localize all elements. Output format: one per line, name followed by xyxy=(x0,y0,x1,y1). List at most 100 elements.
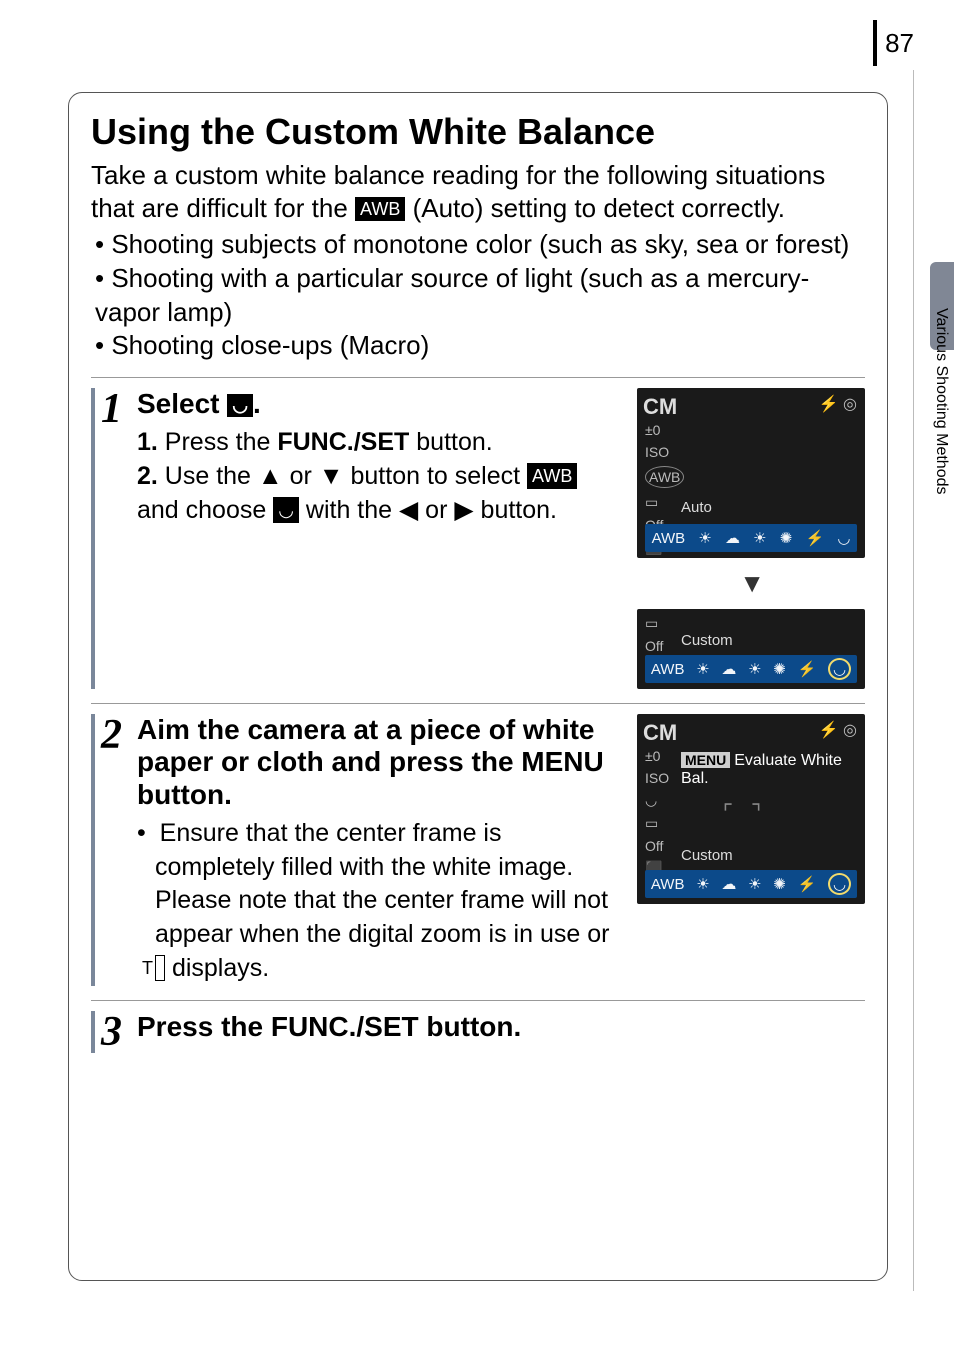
step-number-col: 1 xyxy=(91,388,137,689)
center-frame-icon: ⌜⌝ xyxy=(723,800,780,826)
step-number: 1 xyxy=(101,388,137,430)
t: button. xyxy=(419,1011,522,1042)
li: ▭ xyxy=(645,615,663,632)
wb-opt: ✺ xyxy=(773,660,786,678)
t: and choose xyxy=(137,496,273,524)
right-margin-line xyxy=(913,70,914,1291)
t: or xyxy=(418,496,454,524)
down-arrow-icon: ▼ xyxy=(637,568,765,599)
wb-mode-label: Auto xyxy=(681,499,712,516)
left-icons: ±0 ISO ◡ ▭ Off ⬛ xyxy=(645,748,669,877)
t: button. xyxy=(409,428,492,456)
step-accent xyxy=(91,1011,95,1053)
wb-opt: ⚡ xyxy=(798,875,817,893)
wb-options-row: AWB ☀ ☁ ☀ ✺ ⚡ ◡ xyxy=(645,524,857,552)
wb-options-row: AWB ☀ ☁ ☀ ✺ ⚡ ◡ xyxy=(645,870,857,898)
wb-opt: ✺ xyxy=(780,529,793,547)
li: ▭ xyxy=(645,815,669,832)
li: Off xyxy=(645,838,669,854)
page-number-bar xyxy=(873,20,877,66)
step-title-suffix: . xyxy=(253,388,261,419)
menu-prompt: MENUEvaluate White Bal. xyxy=(681,752,865,788)
func-set-label: FUNC./SET xyxy=(277,428,409,456)
t: button. xyxy=(474,496,557,524)
t: button to select xyxy=(344,462,527,490)
section-title: Using the Custom White Balance xyxy=(91,111,865,153)
wb-opt: ☀ xyxy=(696,875,709,893)
wb-opt: AWB xyxy=(651,661,685,678)
li: Off xyxy=(645,638,663,654)
t-icon: T xyxy=(155,955,165,981)
step-number: 3 xyxy=(101,1011,137,1053)
intro-part2: (Auto) setting to detect correctly. xyxy=(413,193,785,223)
wb-opt: ☀ xyxy=(748,875,761,893)
bullet-item: Shooting with a particular source of lig… xyxy=(95,262,865,330)
right-icon: ▶ xyxy=(454,494,473,528)
mode-icon: CM xyxy=(643,394,677,420)
li: ISO xyxy=(645,770,669,786)
step-title: Press the FUNC./SET button. xyxy=(137,1011,865,1043)
wb-opt: ☁ xyxy=(721,660,736,678)
wb-opt: ◡ xyxy=(837,529,850,547)
wb-opt: ☀ xyxy=(748,660,761,678)
t: Press the xyxy=(137,1011,271,1042)
note-text-2: displays. xyxy=(165,954,269,982)
up-icon: ▲ xyxy=(258,460,283,494)
step-body: Press the FUNC./SET button. xyxy=(137,1011,865,1053)
wb-opt: ☁ xyxy=(721,875,736,893)
t: Press the xyxy=(158,428,278,456)
awb-icon: AWB xyxy=(355,197,405,222)
wb-mode-label: Custom xyxy=(681,632,733,649)
down-icon: ▼ xyxy=(319,460,344,494)
wb-opt: AWB xyxy=(652,530,686,547)
left-icon: ◀ xyxy=(399,494,418,528)
li: ISO xyxy=(645,444,684,460)
camera-screenshot-auto: CM ⚡ ◎ ±0 ISO AWB ▭ Off ⬛ Auto AWB xyxy=(637,388,865,558)
step-number-col: 3 xyxy=(91,1011,137,1053)
wb-opt: ☀ xyxy=(696,660,709,678)
step-body: Aim the camera at a piece of white paper… xyxy=(137,714,865,985)
li: ▭ xyxy=(645,494,684,511)
step-note: • Ensure that the center frame is comple… xyxy=(137,817,623,986)
mode-icon: CM xyxy=(643,720,677,746)
wb-options-row: AWB ☀ ☁ ☀ ✺ ⚡ ◡ xyxy=(645,655,857,683)
page-number-wrap: 87 xyxy=(873,20,914,66)
wb-opt: ☀ xyxy=(698,529,711,547)
wb-opt-selected: ◡ xyxy=(828,658,851,680)
bullet-item: Shooting close-ups (Macro) xyxy=(95,329,865,363)
step-text: Aim the camera at a piece of white paper… xyxy=(137,714,623,985)
step-3: 3 Press the FUNC./SET button. xyxy=(91,1001,865,1067)
wb-opt: ☁ xyxy=(725,529,740,547)
step1-screenshots: CM ⚡ ◎ ±0 ISO AWB ▭ Off ⬛ Auto AWB xyxy=(637,388,865,689)
wb-opt-selected: ◡ xyxy=(828,873,851,895)
menu-button-label: MENU xyxy=(681,752,730,768)
t: with the xyxy=(299,496,399,524)
wb-opt: AWB xyxy=(651,876,685,893)
awb-icon: AWB xyxy=(527,463,577,489)
wb-opt: ✺ xyxy=(773,875,786,893)
wb-opt: ☀ xyxy=(753,529,766,547)
step-accent xyxy=(91,714,95,985)
side-tab-label: Various Shooting Methods xyxy=(932,308,950,494)
li: ±0 xyxy=(645,422,684,438)
step-title-prefix: Select xyxy=(137,388,227,419)
step-2: 2 Aim the camera at a piece of white pap… xyxy=(91,704,865,1000)
wb-opt: ⚡ xyxy=(798,660,817,678)
li: AWB xyxy=(645,466,684,488)
li: ±0 xyxy=(645,748,669,764)
step-text: Select ◡. 1. Press the FUNC./SET button.… xyxy=(137,388,623,527)
top-right-icons: ⚡ ◎ xyxy=(819,720,857,740)
bullet-item: Shooting subjects of monotone color (suc… xyxy=(95,228,865,262)
step-body: Select ◡. 1. Press the FUNC./SET button.… xyxy=(137,388,865,689)
intro-bullets: Shooting subjects of monotone color (suc… xyxy=(95,228,865,363)
step-substeps: 1. Press the FUNC./SET button. 2. Use th… xyxy=(137,426,623,527)
step-number: 2 xyxy=(101,714,137,756)
substep-1: 1. Press the FUNC./SET button. xyxy=(137,426,623,460)
wb-mode-label: Custom xyxy=(681,847,733,864)
t: or xyxy=(283,462,319,490)
substep-2: 2. Use the ▲ or ▼ button to select AWB a… xyxy=(137,460,623,528)
func-set-label: FUNC./SET xyxy=(271,1011,419,1042)
page-number: 87 xyxy=(885,28,914,59)
step-accent xyxy=(91,388,95,689)
wb-opt: ⚡ xyxy=(805,529,824,547)
